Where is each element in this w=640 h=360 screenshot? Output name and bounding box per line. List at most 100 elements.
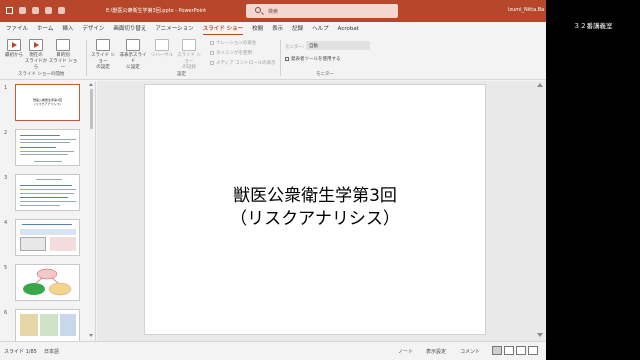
scroll-up-icon[interactable]: [89, 83, 93, 86]
slide-editor: 獣医公衆衛生学第3回 （リスクアナリシス）: [97, 81, 546, 341]
thumb-line: [20, 154, 68, 155]
from-beginning-label: 最初から: [5, 53, 23, 58]
slide-thumbnails-pane: 1 獣医公衆衛生学第3回 (リスクアナリシス) 2 3 4 5 6: [0, 81, 96, 341]
from-beginning-button[interactable]: 最初から: [2, 39, 26, 59]
thumb-line: [34, 161, 62, 162]
slide-thumbnail-3[interactable]: [15, 174, 80, 211]
media-controls-label: メディア コントロールの表示: [216, 61, 276, 66]
group-label-start: スライド ショーの開始: [18, 72, 65, 77]
customize-qat-icon[interactable]: [58, 7, 65, 14]
thumb-line: [20, 197, 68, 198]
custom-show-button[interactable]: 目的別 スライド ショー: [48, 39, 78, 71]
language-indicator[interactable]: 日本語: [44, 348, 59, 355]
editor-scrollbar[interactable]: [537, 83, 543, 337]
meeting-room-label: ３２番講義室: [573, 22, 613, 30]
reading-view-icon[interactable]: [516, 346, 526, 355]
slide-thumbnail-4[interactable]: [15, 219, 80, 256]
rehearse-button[interactable]: リハーサル: [150, 39, 174, 59]
ribbon-tabs: ファイル ホーム 挿入 デザイン 画面切り替え アニメーション スライド ショー…: [0, 22, 546, 36]
title-bar: E:\獣医公衆衛生学第3回.pptx - PowerPoint 検索 Izumi…: [0, 0, 546, 22]
thumb-line: [20, 135, 60, 136]
scroll-down-icon[interactable]: [537, 333, 543, 337]
hide-slide-button[interactable]: 非表示スライド に設定: [118, 39, 148, 71]
tab-review[interactable]: 校閲: [252, 22, 263, 36]
tab-transitions[interactable]: 画面切り替え: [113, 22, 146, 36]
setup-show-button[interactable]: スライド ショー の設定: [90, 39, 116, 71]
tab-design[interactable]: デザイン: [82, 22, 104, 36]
custom-show-label: 目的別 スライド ショー: [48, 53, 78, 70]
setup-show-icon: [96, 39, 110, 51]
scroll-up-icon[interactable]: [537, 83, 543, 87]
thumb-number: 6: [4, 310, 8, 316]
thumb-line: [20, 151, 74, 152]
tab-acrobat[interactable]: Acrobat: [338, 22, 359, 36]
ribbon: 最初から 現在の スライドから 目的別 スライド ショー スライド ショーの開始…: [0, 36, 546, 80]
thumb-line: [20, 185, 72, 186]
notes-button[interactable]: ノート: [398, 348, 413, 355]
thumb-line: [20, 189, 76, 190]
scroll-down-icon[interactable]: [89, 334, 93, 337]
document-title: E:\獣医公衆衛生学第3回.pptx - PowerPoint: [106, 8, 207, 14]
timings-label: タイミングを使用: [216, 51, 252, 56]
record-show-label: スライド ショー の記録: [177, 53, 201, 70]
hide-slide-label: 非表示スライド に設定: [119, 53, 147, 70]
from-current-slide-button[interactable]: 現在の スライドから: [24, 39, 48, 71]
slide-thumbnail-6[interactable]: [15, 309, 80, 341]
search-icon: [255, 7, 261, 13]
group-label-monitor: モニター: [316, 72, 334, 77]
record-show-button[interactable]: スライド ショー の記録: [175, 39, 203, 71]
thumbnails-scrollbar[interactable]: [89, 83, 94, 337]
tab-animations[interactable]: アニメーション: [155, 22, 193, 36]
group-label-setup: 設定: [177, 72, 186, 77]
presenter-view-checkbox[interactable]: 発表者ツールを使用する: [285, 56, 341, 62]
rehearse-label: リハーサル: [150, 53, 174, 58]
slide-sorter-view-icon[interactable]: [504, 346, 514, 355]
slide-thumbnail-2[interactable]: [15, 129, 80, 166]
display-settings-button[interactable]: 表示設定: [426, 348, 446, 355]
slide-thumbnail-5[interactable]: [15, 264, 80, 301]
monitor-label: モニター:: [285, 45, 305, 50]
slide-title[interactable]: 獣医公衆衛生学第3回: [145, 186, 485, 207]
monitor-select[interactable]: 自動: [306, 41, 370, 50]
custom-show-icon: [56, 39, 70, 51]
tab-record[interactable]: 記録: [292, 22, 303, 36]
save-icon[interactable]: [6, 7, 13, 14]
search-input[interactable]: 検索: [246, 4, 398, 18]
thumb-line: [20, 147, 56, 148]
tab-view[interactable]: 表示: [272, 22, 283, 36]
slide-thumbnail-1[interactable]: 獣医公衆衛生学第3回 (リスクアナリシス): [15, 84, 80, 121]
start-show-icon[interactable]: [45, 7, 52, 14]
undo-icon[interactable]: [19, 7, 26, 14]
quick-access-toolbar: [6, 7, 65, 14]
redo-icon[interactable]: [32, 7, 39, 14]
tab-file[interactable]: ファイル: [6, 22, 28, 36]
tab-slide-show[interactable]: スライド ショー: [202, 22, 244, 36]
presenter-view-label: 発表者ツールを使用する: [291, 57, 341, 62]
timings-checkbox[interactable]: タイミングを使用: [210, 50, 252, 56]
narration-checkbox[interactable]: ナレーションの再生: [210, 40, 256, 46]
scrollbar-thumb[interactable]: [90, 89, 93, 129]
narration-label: ナレーションの再生: [216, 41, 257, 46]
play-current-icon: [29, 39, 43, 51]
checkbox-box: [210, 40, 214, 45]
checkbox-box: [210, 60, 214, 65]
user-name[interactable]: Izumi_Nitta.Ba: [508, 7, 544, 13]
current-slide[interactable]: 獣医公衆衛生学第3回 （リスクアナリシス）: [144, 84, 486, 335]
normal-view-icon[interactable]: [492, 346, 502, 355]
powerpoint-window: E:\獣医公衆衛生学第3回.pptx - PowerPoint 検索 Izumi…: [0, 0, 546, 360]
ribbon-separator: [86, 40, 87, 76]
tab-help[interactable]: ヘルプ: [312, 22, 329, 36]
media-controls-checkbox[interactable]: メディア コントロールの表示: [210, 60, 276, 66]
thumb-block: [20, 229, 76, 235]
slideshow-view-icon[interactable]: [528, 346, 538, 355]
slide-counter: スライド 1/85: [4, 349, 37, 355]
rehearse-icon: [155, 39, 169, 51]
tab-insert[interactable]: 挿入: [62, 22, 73, 36]
thumb-number: 1: [4, 85, 8, 91]
setup-show-label: スライド ショー の設定: [91, 53, 115, 70]
thumb-line: [20, 139, 76, 140]
thumb-line: [20, 142, 70, 143]
slide-subtitle[interactable]: （リスクアナリシス）: [145, 209, 485, 230]
tab-home[interactable]: ホーム: [37, 22, 53, 36]
comments-button[interactable]: コメント: [460, 348, 480, 355]
